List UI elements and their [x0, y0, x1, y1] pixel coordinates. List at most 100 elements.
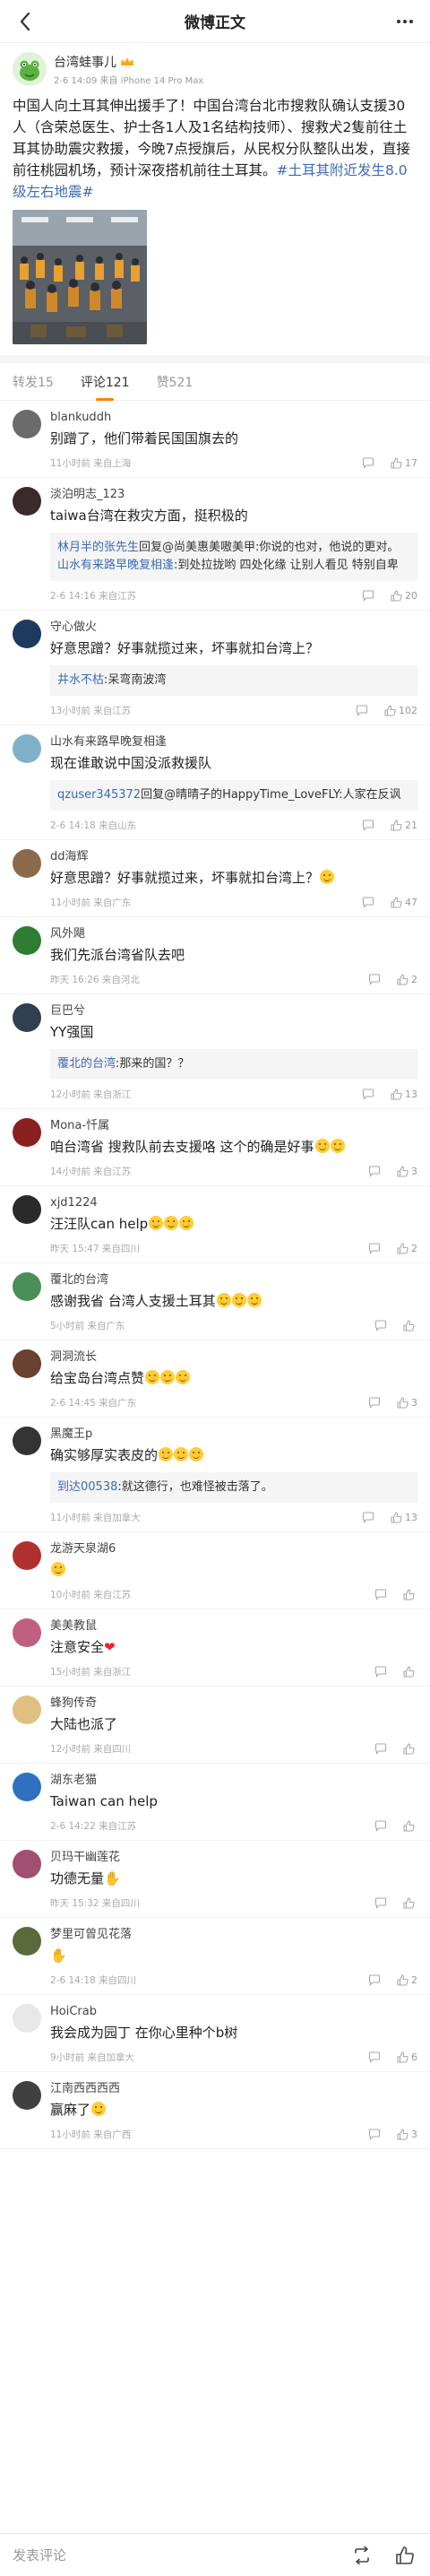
- reply-button[interactable]: [362, 1511, 374, 1523]
- comment-like-button[interactable]: 6: [397, 2051, 417, 2063]
- commenter-avatar[interactable]: [13, 1349, 41, 1378]
- comment-row[interactable]: xjd1224 汪汪队can help 昨天 15:47 来自四川 2: [0, 1186, 430, 1263]
- comment-like-button[interactable]: 3: [397, 1166, 417, 1177]
- comment-row[interactable]: 洞洞流长 给宝岛台湾点赞 2-6 14:45 来自广东 3: [0, 1340, 430, 1418]
- commenter-name[interactable]: 梦里可曾见花落: [50, 1927, 417, 1943]
- commenter-name[interactable]: HoiCrab: [50, 2004, 417, 2020]
- reply-button[interactable]: [368, 2128, 381, 2140]
- comment-row[interactable]: 蜂狗传奇 大陆也派了 12小时前 来自四川: [0, 1687, 430, 1764]
- comment-row[interactable]: 风外飓 我们先派台湾省队去吧 昨天 16:26 来自河北 2: [0, 917, 430, 994]
- comment-like-button[interactable]: 3: [397, 2129, 417, 2140]
- commenter-avatar[interactable]: [13, 487, 41, 516]
- sub-reply-user[interactable]: 山水有来路早晚复相逢: [57, 559, 174, 572]
- commenter-name[interactable]: 淡泊明志_123: [50, 487, 417, 503]
- commenter-name[interactable]: blankuddh: [50, 410, 417, 426]
- commenter-name[interactable]: xjd1224: [50, 1195, 417, 1211]
- comment-like-button[interactable]: 2: [397, 1243, 417, 1254]
- sub-replies[interactable]: 井水不枯:呆弯南波湾: [50, 665, 417, 696]
- commenter-name[interactable]: 龙游天泉湖6: [50, 1541, 417, 1557]
- sub-reply-user[interactable]: 林月半的张先生: [57, 541, 139, 554]
- commenter-avatar[interactable]: [13, 849, 41, 878]
- commenter-avatar[interactable]: [13, 1195, 41, 1224]
- commenter-avatar[interactable]: [13, 926, 41, 955]
- comment-like-button[interactable]: 21: [391, 820, 417, 831]
- commenter-name[interactable]: 风外飓: [50, 926, 417, 942]
- comment-row[interactable]: Mona-忏属 咱台湾省 搜救队前去支援咯 这个的确是好事 14小时前 来自江苏 3: [0, 1109, 430, 1186]
- commenter-avatar[interactable]: [13, 410, 41, 438]
- comment-row[interactable]: 黑魔王p 确实够厚实表皮的 到达00538:就这德行，也难怪被击落了。 11小时前 来…: [0, 1418, 430, 1532]
- commenter-avatar[interactable]: [13, 1541, 41, 1570]
- commenter-name[interactable]: Mona-忏属: [50, 1118, 417, 1134]
- commenter-avatar[interactable]: [13, 1927, 41, 1956]
- back-button[interactable]: [11, 7, 39, 36]
- comment-like-button[interactable]: 20: [391, 590, 417, 602]
- sub-reply-user[interactable]: 覆北的台湾: [57, 1057, 116, 1071]
- more-button[interactable]: [391, 7, 419, 36]
- commenter-avatar[interactable]: [13, 1272, 41, 1301]
- sub-reply-user[interactable]: 到达00538: [57, 1480, 117, 1494]
- commenter-name[interactable]: 贝玛干幽莲花: [50, 1850, 417, 1866]
- sub-replies[interactable]: 林月半的张先生回复@尚美惠美嗷美甲:你说的也对，他说的更对。 山水有来路早晚复相逢…: [50, 533, 417, 581]
- commenter-name[interactable]: dd海辉: [50, 849, 417, 865]
- commenter-avatar[interactable]: [13, 1773, 41, 1801]
- comment-like-button[interactable]: [403, 1742, 417, 1755]
- comment-like-button[interactable]: 17: [391, 457, 417, 469]
- reply-button[interactable]: [368, 1973, 381, 1986]
- post-author[interactable]: 台湾蛙事儿: [54, 53, 116, 71]
- comment-like-button[interactable]: [403, 1896, 417, 1909]
- commenter-name[interactable]: 守心做火: [50, 620, 417, 636]
- reply-button[interactable]: [374, 1319, 387, 1331]
- sub-replies[interactable]: qzuser345372回复@晴晴子的HappyTime_LoveFLY:人家在…: [50, 780, 417, 811]
- comment-row[interactable]: 龙游天泉湖6 10小时前 来自江苏: [0, 1532, 430, 1609]
- commenter-avatar[interactable]: [13, 1850, 41, 1878]
- reply-button[interactable]: [356, 704, 368, 716]
- reply-button[interactable]: [362, 589, 374, 602]
- reply-button[interactable]: [368, 2051, 381, 2063]
- reply-button[interactable]: [362, 819, 374, 831]
- comment-row[interactable]: 江南西西西西 赢麻了 11小时前 来自广西 3: [0, 2072, 430, 2149]
- sub-replies[interactable]: 到达00538:就这德行，也难怪被击落了。: [50, 1472, 417, 1503]
- comment-like-button[interactable]: 47: [391, 897, 417, 908]
- comment-like-button[interactable]: 2: [397, 974, 417, 985]
- reply-button[interactable]: [362, 1088, 374, 1100]
- reply-button[interactable]: [374, 1896, 387, 1909]
- comment-like-button[interactable]: 2: [397, 1974, 417, 1986]
- commenter-avatar[interactable]: [13, 2004, 41, 2033]
- commenter-name[interactable]: 山水有来路早晚复相逢: [50, 734, 417, 750]
- post-avatar[interactable]: [13, 52, 47, 86]
- commenter-avatar[interactable]: [13, 1003, 41, 1032]
- commenter-name[interactable]: 美美教鼠: [50, 1618, 417, 1635]
- sub-reply-user[interactable]: 井水不枯: [57, 673, 104, 687]
- reply-button[interactable]: [374, 1819, 387, 1832]
- tab-comments[interactable]: 评论121: [81, 363, 130, 401]
- commenter-avatar[interactable]: [13, 1618, 41, 1647]
- comment-row[interactable]: blankuddh 别蹭了，他们带着民国国旗去的 11小时前 来自上海 17: [0, 401, 430, 478]
- comment-row[interactable]: 巨巴兮 YY强国 覆北的台湾:那来的国？？ 12小时前 来自浙江 13: [0, 994, 430, 1109]
- comment-row[interactable]: 湖东老猫 Taiwan can help 2-6 14:22 来自江苏: [0, 1764, 430, 1841]
- commenter-name[interactable]: 江南西西西西: [50, 2081, 417, 2097]
- comment-like-button[interactable]: [403, 1665, 417, 1678]
- commenter-name[interactable]: 洞洞流长: [50, 1349, 417, 1366]
- comment-like-button[interactable]: 13: [391, 1512, 417, 1523]
- reply-button[interactable]: [368, 1165, 381, 1177]
- comment-row[interactable]: 覆北的台湾 感谢我省 台湾人支援土耳其 5小时前 来自广东: [0, 1263, 430, 1340]
- comment-like-button[interactable]: [403, 1319, 417, 1331]
- comment-row[interactable]: HoiCrab 我会成为园丁 在你心里种个b树 9小时前 来自加拿大 6: [0, 1995, 430, 2072]
- comment-row[interactable]: 梦里可曾见花落 ✋ 2-6 14:18 来自四川 2: [0, 1918, 430, 1995]
- commenter-name[interactable]: 黑魔王p: [50, 1427, 417, 1443]
- reply-button[interactable]: [374, 1665, 387, 1678]
- reply-button[interactable]: [368, 973, 381, 985]
- tab-likes[interactable]: 赞521: [157, 363, 194, 401]
- reply-button[interactable]: [368, 1396, 381, 1409]
- comment-row[interactable]: 贝玛干幽莲花 功德无量✋ 昨天 15:32 来自四川: [0, 1841, 430, 1918]
- comment-like-button[interactable]: [403, 1819, 417, 1832]
- tab-reposts[interactable]: 转发15: [13, 363, 54, 401]
- comment-like-button[interactable]: [403, 1588, 417, 1600]
- repost-button[interactable]: [349, 2543, 374, 2568]
- comment-input[interactable]: 发表评论: [13, 2546, 331, 2564]
- comment-row[interactable]: 淡泊明志_123 taiwa台湾在救灾方面，挺积极的 林月半的张先生回复@尚美惠美嗷…: [0, 478, 430, 611]
- reply-button[interactable]: [362, 896, 374, 908]
- comment-row[interactable]: 美美教鼠 注意安全❤ 15小时前 来自浙江: [0, 1609, 430, 1687]
- commenter-avatar[interactable]: [13, 1696, 41, 1724]
- post-image[interactable]: [13, 210, 147, 344]
